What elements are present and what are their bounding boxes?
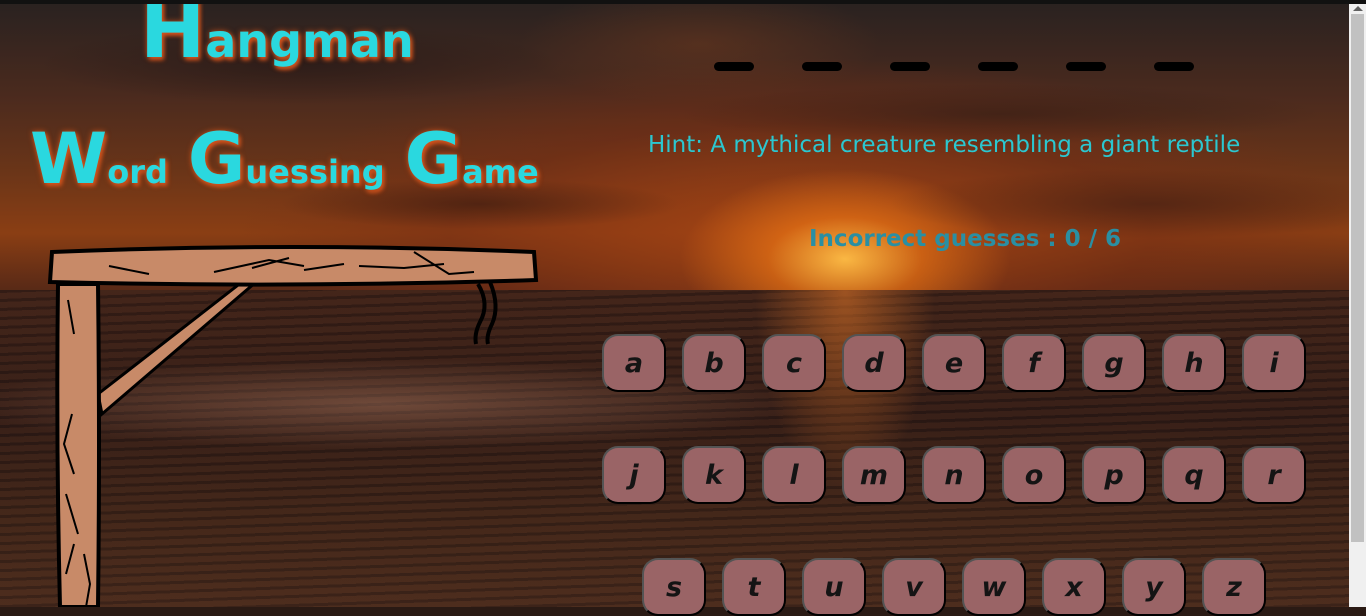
key-j[interactable]: j	[602, 446, 666, 504]
key-f[interactable]: f	[1002, 334, 1066, 392]
key-t[interactable]: t	[722, 558, 786, 616]
key-c[interactable]: c	[762, 334, 826, 392]
key-p[interactable]: p	[1082, 446, 1146, 504]
key-l[interactable]: l	[762, 446, 826, 504]
subtitle-initial-g1: G	[187, 118, 246, 200]
game-subtitle: Word Guessing Game	[30, 118, 539, 200]
scroll-up-arrow-icon[interactable]	[1353, 6, 1363, 11]
key-k[interactable]: k	[682, 446, 746, 504]
key-u[interactable]: u	[802, 558, 866, 616]
key-n[interactable]: n	[922, 446, 986, 504]
letter-blank	[978, 62, 1018, 71]
word-blanks	[714, 62, 1194, 71]
key-g[interactable]: g	[1082, 334, 1146, 392]
letter-blank	[714, 62, 754, 71]
game-title: Hangman	[140, 0, 414, 76]
key-s[interactable]: s	[642, 558, 706, 616]
key-x[interactable]: x	[1042, 558, 1106, 616]
letter-blank	[1154, 62, 1194, 71]
title-initial-h: H	[140, 0, 206, 76]
gallows-beam	[47, 245, 539, 287]
scrollbar-thumb[interactable]	[1351, 14, 1364, 542]
key-q[interactable]: q	[1162, 446, 1226, 504]
title-rest-hangman: angman	[205, 14, 414, 68]
incorrect-guesses: Incorrect guesses : 0 / 6	[809, 226, 1122, 252]
subtitle-word-ame: ame	[462, 153, 539, 191]
subtitle-word-ord: ord	[107, 153, 168, 191]
subtitle-initial-w: W	[30, 118, 108, 200]
key-v[interactable]: v	[882, 558, 946, 616]
letter-blank	[802, 62, 842, 71]
key-i[interactable]: i	[1242, 334, 1306, 392]
keyboard-row-2: j k l m n o p q r	[602, 446, 1306, 504]
key-b[interactable]: b	[682, 334, 746, 392]
key-a[interactable]: a	[602, 334, 666, 392]
key-o[interactable]: o	[1002, 446, 1066, 504]
subtitle-initial-g2: G	[404, 118, 463, 200]
key-w[interactable]: w	[962, 558, 1026, 616]
letter-blank	[1066, 62, 1106, 71]
key-y[interactable]: y	[1122, 558, 1186, 616]
subtitle-word-uessing: uessing	[245, 153, 385, 191]
window-top-edge	[0, 0, 1366, 4]
letter-blank	[890, 62, 930, 71]
keyboard-row-3: s t u v w x y z	[642, 558, 1266, 616]
keyboard-row-1: a b c d e f g h i	[602, 334, 1306, 392]
gallows-brace	[96, 280, 261, 417]
key-z[interactable]: z	[1202, 558, 1266, 616]
key-e[interactable]: e	[922, 334, 986, 392]
gallows-drawing	[47, 245, 539, 607]
key-h[interactable]: h	[1162, 334, 1226, 392]
key-d[interactable]: d	[842, 334, 906, 392]
key-m[interactable]: m	[842, 446, 906, 504]
key-r[interactable]: r	[1242, 446, 1306, 504]
hint-text: Hint: A mythical creature resembling a g…	[648, 132, 1241, 158]
gallows-rope	[473, 281, 498, 345]
